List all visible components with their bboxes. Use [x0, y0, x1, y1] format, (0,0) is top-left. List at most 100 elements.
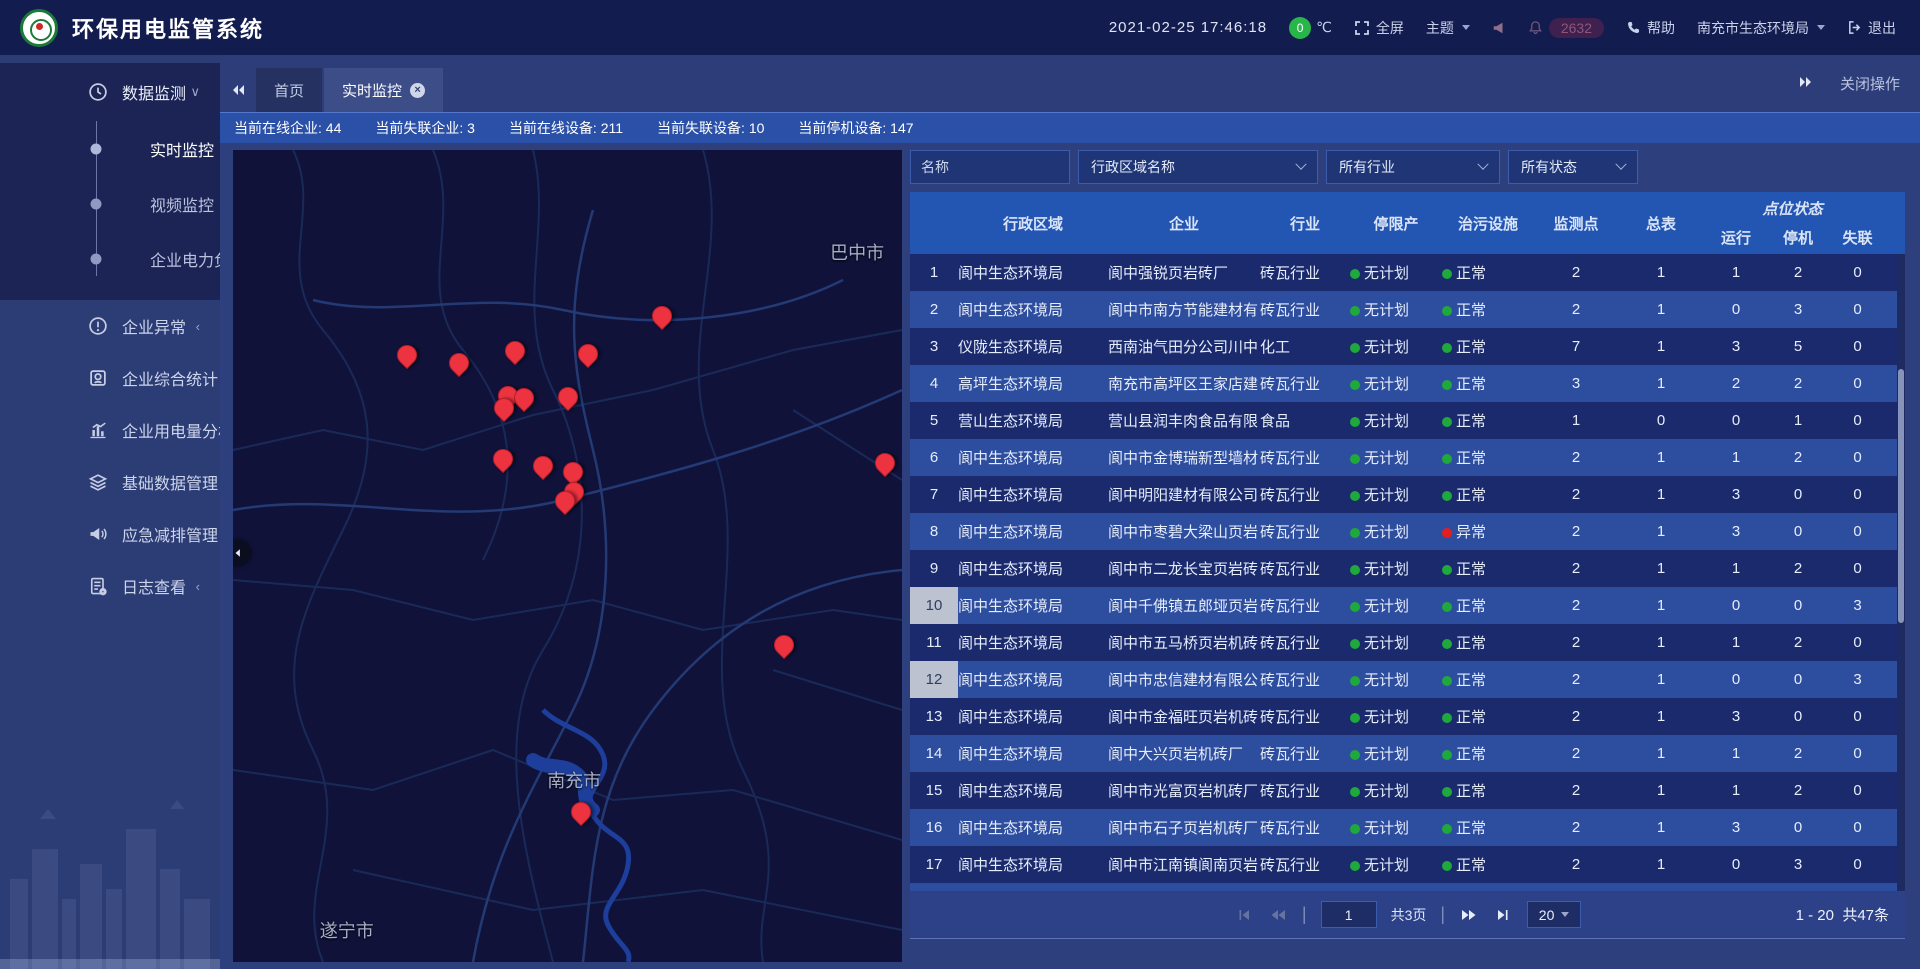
- prev-page-button[interactable]: [1268, 905, 1288, 925]
- region-cell: 阆中生态环境局: [958, 632, 1108, 653]
- production-limit-value: 无计划: [1364, 709, 1409, 726]
- sidebar-group-item[interactable]: 企业用电量分析‹: [0, 404, 220, 456]
- table-row[interactable]: 15阆中生态环境局阆中市光富页岩机砖厂砖瓦行业无计划正常21120: [910, 772, 1905, 809]
- stopped-cell: 2: [1768, 264, 1828, 281]
- table-row[interactable]: 12阆中生态环境局阆中市忠信建材有限公砖瓦行业无计划正常21003: [910, 661, 1905, 698]
- map-pin-icon[interactable]: [529, 452, 557, 480]
- table-row[interactable]: 2阆中生态环境局阆中市南方节能建材有砖瓦行业无计划正常21030: [910, 291, 1905, 328]
- close-operations-button[interactable]: 关闭操作: [1840, 73, 1900, 94]
- sidebar-item-企业电力负荷明细[interactable]: 企业电力负荷明细: [0, 231, 220, 286]
- tabs-scroll-right-button[interactable]: [1798, 74, 1814, 94]
- last-page-button[interactable]: [1493, 905, 1513, 925]
- table-row[interactable]: 5营山生态环境局营山县润丰肉食品有限食品无计划正常10010: [910, 402, 1905, 439]
- map-pin-icon[interactable]: [574, 339, 602, 367]
- map-pin-icon[interactable]: [871, 449, 899, 477]
- stat-item: 当前失联企业: 3: [375, 118, 475, 138]
- pollution-facility-value: 异常: [1456, 524, 1486, 541]
- table-row[interactable]: 10阆中生态环境局阆中千佛镇五郎垭页岩砖瓦行业无计划正常21003: [910, 587, 1905, 624]
- total-meter-cell: 1: [1618, 301, 1704, 318]
- monitor-points-cell: 2: [1534, 301, 1618, 318]
- sidebar-item-视频监控[interactable]: 视频监控: [0, 176, 220, 231]
- company-cell: 阆中市南方节能建材有: [1108, 299, 1260, 320]
- region-cell: 营山生态环境局: [958, 410, 1108, 431]
- tabs-scroll-left-button[interactable]: [220, 68, 256, 112]
- sidebar-group-item[interactable]: 基础数据管理‹: [0, 456, 220, 508]
- status-dot-icon: [1442, 602, 1452, 612]
- mute-button[interactable]: [1492, 21, 1506, 35]
- sidebar-group-item[interactable]: 数据监测∨: [0, 63, 220, 121]
- table-row[interactable]: 14阆中生态环境局阆中大兴页岩机砖厂砖瓦行业无计划正常21120: [910, 735, 1905, 772]
- sidebar-group-item[interactable]: 日志查看‹: [0, 560, 220, 612]
- map-pin-icon[interactable]: [567, 798, 595, 826]
- sidebar-group-item[interactable]: 应急减排管理‹: [0, 508, 220, 560]
- row-index-cell: 13: [910, 698, 958, 735]
- region-cell: 阆中生态环境局: [958, 743, 1108, 764]
- production-limit-cell: 无计划: [1350, 410, 1442, 431]
- table-row[interactable]: 8阆中生态环境局阆中市枣碧大梁山页岩砖瓦行业无计划异常21300: [910, 513, 1905, 550]
- disconnected-cell: 0: [1828, 560, 1887, 577]
- map-pin-icon[interactable]: [501, 337, 529, 365]
- sidebar-group-6: 日志查看‹: [0, 560, 220, 612]
- table-row[interactable]: 13阆中生态环境局阆中市金福旺页岩机砖砖瓦行业无计划正常21300: [910, 698, 1905, 735]
- stopped-cell: 5: [1768, 338, 1828, 355]
- production-limit-cell: 无计划: [1350, 669, 1442, 690]
- map-pin-icon[interactable]: [554, 383, 582, 411]
- help-button[interactable]: 帮助: [1626, 18, 1675, 38]
- region-cell: 阆中生态环境局: [958, 669, 1108, 690]
- region-select[interactable]: 行政区域名称: [1078, 150, 1318, 184]
- table-row[interactable]: 4高坪生态环境局南充市高坪区王家店建砖瓦行业无计划正常31220: [910, 365, 1905, 402]
- tab-实时监控[interactable]: 实时监控×: [324, 68, 443, 112]
- map-pin-icon[interactable]: [489, 445, 517, 473]
- chevron-down-icon: [1462, 25, 1470, 30]
- stopped-cell: 0: [1768, 819, 1828, 836]
- sidebar-group-label: 企业异常: [122, 314, 186, 338]
- sidebar-group-item[interactable]: 企业综合统计‹: [0, 352, 220, 404]
- alarm-button[interactable]: 2632: [1528, 18, 1604, 38]
- stats-icon: [88, 368, 108, 388]
- pollution-facility-value: 正常: [1456, 820, 1486, 837]
- pollution-facility-value: 正常: [1456, 709, 1486, 726]
- table-row[interactable]: 17阆中生态环境局阆中市江南镇阆南页岩砖瓦行业无计划正常21030: [910, 846, 1905, 883]
- industry-cell: 砖瓦行业: [1260, 706, 1350, 727]
- map-panel[interactable]: 巴中市南充市遂宁市: [233, 150, 902, 962]
- scrollbar-thumb[interactable]: [1898, 369, 1904, 624]
- next-page-button[interactable]: [1459, 905, 1479, 925]
- table-row[interactable]: 1阆中生态环境局阆中强锐页岩砖厂砖瓦行业无计划正常21120: [910, 254, 1905, 291]
- production-limit-value: 无计划: [1364, 635, 1409, 652]
- double-right-icon: [1798, 74, 1814, 90]
- table-row[interactable]: 3仪陇生态环境局西南油气田分公司川中化工无计划正常71350: [910, 328, 1905, 365]
- logout-button[interactable]: 退出: [1847, 18, 1896, 38]
- disconnected-cell: 3: [1828, 597, 1887, 614]
- status-select[interactable]: 所有状态: [1508, 150, 1638, 184]
- app-logo: [20, 9, 58, 47]
- region-cell: 阆中生态环境局: [958, 706, 1108, 727]
- map-pin-icon[interactable]: [770, 631, 798, 659]
- map-pin-icon[interactable]: [445, 349, 473, 377]
- pollution-facility-cell: 正常: [1442, 336, 1534, 357]
- map-pin-icon[interactable]: [393, 341, 421, 369]
- region-cell: 阆中生态环境局: [958, 558, 1108, 579]
- table-row[interactable]: 18南部生态环境局南部县砚华水泥有限公建材|水泥无计划正常50050: [910, 883, 1905, 891]
- table-row[interactable]: 7阆中生态环境局阆中明阳建材有限公司砖瓦行业无计划正常21300: [910, 476, 1905, 513]
- name-search-input[interactable]: [910, 150, 1070, 184]
- theme-button[interactable]: 主题: [1426, 18, 1470, 38]
- industry-select[interactable]: 所有行业: [1326, 150, 1500, 184]
- page-number-input[interactable]: [1321, 901, 1377, 928]
- monitor-points-cell: 2: [1534, 708, 1618, 725]
- table-row[interactable]: 11阆中生态环境局阆中市五马桥页岩机砖砖瓦行业无计划正常21120: [910, 624, 1905, 661]
- sidebar-item-实时监控[interactable]: 实时监控: [0, 121, 220, 176]
- fullscreen-button[interactable]: 全屏: [1354, 18, 1404, 38]
- tab-首页[interactable]: 首页: [256, 68, 322, 112]
- table-row[interactable]: 9阆中生态环境局阆中市二龙长宝页岩砖砖瓦行业无计划正常21120: [910, 550, 1905, 587]
- production-limit-cell: 无计划: [1350, 447, 1442, 468]
- table-row[interactable]: 6阆中生态环境局阆中市金博瑞新型墙材砖瓦行业无计划正常21120: [910, 439, 1905, 476]
- tab-close-icon[interactable]: ×: [410, 83, 425, 98]
- sidebar-group-item[interactable]: 企业异常‹: [0, 300, 220, 352]
- status-dot-icon: [1350, 861, 1360, 871]
- stopped-cell: 3: [1768, 301, 1828, 318]
- map-pin-icon[interactable]: [648, 302, 676, 330]
- page-size-select[interactable]: 20: [1527, 901, 1581, 928]
- first-page-button[interactable]: [1234, 905, 1254, 925]
- org-menu[interactable]: 南充市生态环境局: [1697, 18, 1825, 38]
- table-row[interactable]: 16阆中生态环境局阆中市石子页岩机砖厂砖瓦行业无计划正常21300: [910, 809, 1905, 846]
